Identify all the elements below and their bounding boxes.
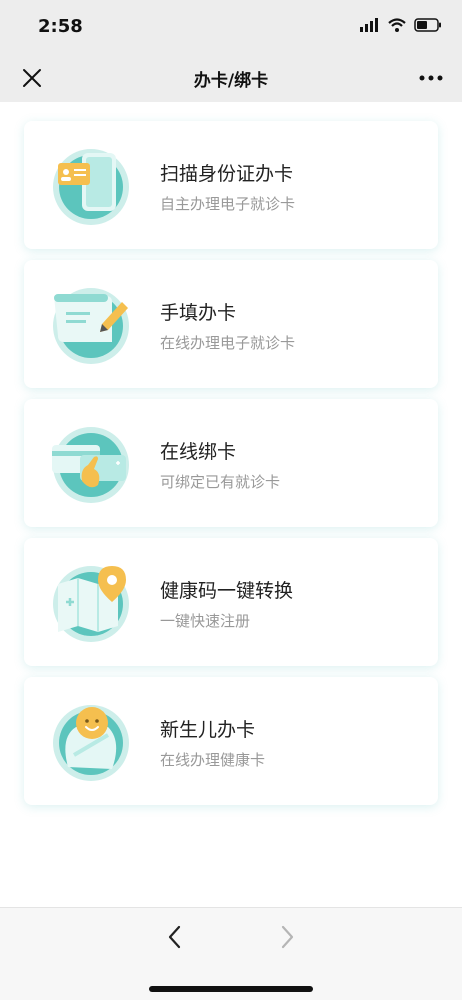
health-map-icon bbox=[53, 566, 129, 642]
card-title: 手填办卡 bbox=[160, 302, 237, 324]
card-subtitle: 在线办理电子就诊卡 bbox=[160, 334, 296, 352]
card-bind-icon bbox=[52, 427, 129, 503]
wifi-icon bbox=[388, 18, 406, 32]
card-subtitle: 一键快速注册 bbox=[160, 612, 251, 630]
forward-arrow-icon[interactable] bbox=[274, 922, 300, 952]
home-indicator bbox=[149, 986, 313, 992]
card-title: 扫描身份证办卡 bbox=[160, 163, 294, 185]
card-newborn[interactable]: 新生儿办卡 在线办理健康卡 bbox=[24, 677, 438, 805]
bottom-bar bbox=[0, 907, 462, 1000]
page-title: 办卡/绑卡 bbox=[193, 71, 269, 91]
card-title: 在线绑卡 bbox=[160, 441, 237, 463]
form-edit-icon bbox=[53, 288, 129, 364]
card-subtitle: 可绑定已有就诊卡 bbox=[160, 473, 281, 491]
card-manual-entry[interactable]: 手填办卡 在线办理电子就诊卡 bbox=[24, 260, 438, 388]
more-icon[interactable] bbox=[418, 68, 444, 88]
card-title: 健康码一键转换 bbox=[160, 580, 294, 602]
back-arrow-icon[interactable] bbox=[162, 922, 188, 952]
card-subtitle: 在线办理健康卡 bbox=[160, 751, 266, 769]
status-bar: 2:58 bbox=[0, 0, 462, 56]
card-list: 扫描身份证办卡 自主办理电子就诊卡 手填办卡 在线办理电子就诊卡 在线绑卡 可绑… bbox=[0, 102, 462, 907]
cellular-signal-icon bbox=[360, 18, 378, 32]
nav-bar: 办卡/绑卡 bbox=[0, 56, 462, 102]
status-icons bbox=[360, 18, 442, 32]
newborn-icon bbox=[53, 705, 129, 781]
card-online-bind[interactable]: 在线绑卡 可绑定已有就诊卡 bbox=[24, 399, 438, 527]
id-card-scan-icon bbox=[53, 149, 129, 225]
card-subtitle: 自主办理电子就诊卡 bbox=[160, 195, 296, 213]
card-scan-id[interactable]: 扫描身份证办卡 自主办理电子就诊卡 bbox=[24, 121, 438, 249]
card-title: 新生儿办卡 bbox=[160, 719, 256, 741]
card-health-code[interactable]: 健康码一键转换 一键快速注册 bbox=[24, 538, 438, 666]
status-time: 2:58 bbox=[38, 16, 83, 37]
battery-icon bbox=[414, 18, 441, 32]
